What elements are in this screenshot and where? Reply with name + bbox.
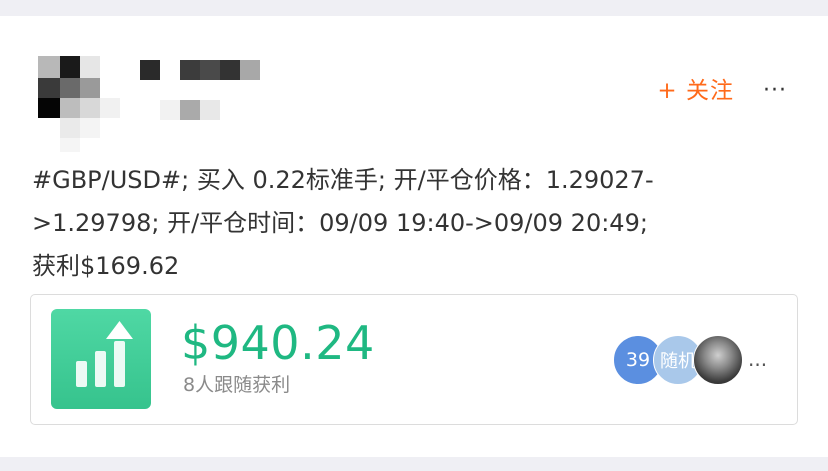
post-content: #GBP/USD#; 买入 0.22标准手; 开/平仓价格：1.29027- >… bbox=[32, 159, 802, 288]
post-content-line: 获利$169.62 bbox=[32, 252, 180, 280]
bar-chart-up-arrow-icon bbox=[51, 309, 151, 409]
post-content-line: >1.29798; 开/平仓时间：09/09 19:40->09/09 20:4… bbox=[32, 209, 648, 237]
more-options-icon[interactable]: ··· bbox=[763, 76, 787, 106]
more-followers-ellipsis: ... bbox=[748, 347, 768, 371]
follower-photo-avatar bbox=[693, 335, 743, 385]
user-avatar[interactable] bbox=[38, 56, 126, 156]
post-content-line: #GBP/USD#; 买入 0.22标准手; 开/平仓价格：1.29027- bbox=[32, 166, 654, 194]
follower-avatars[interactable]: 39 随机 ... bbox=[613, 335, 793, 385]
follow-button[interactable]: + 关注 bbox=[657, 76, 734, 106]
copy-profit-box[interactable]: $940.24 8人跟随获利 39 随机 ... bbox=[30, 294, 798, 425]
post-card: + 关注 ··· #GBP/USD#; 买入 0.22标准手; 开/平仓价格：1… bbox=[0, 16, 828, 457]
followers-profit-text: 8人跟随获利 bbox=[183, 374, 291, 396]
profit-amount: $940.24 bbox=[181, 316, 375, 370]
username-pixelated[interactable] bbox=[140, 60, 265, 140]
